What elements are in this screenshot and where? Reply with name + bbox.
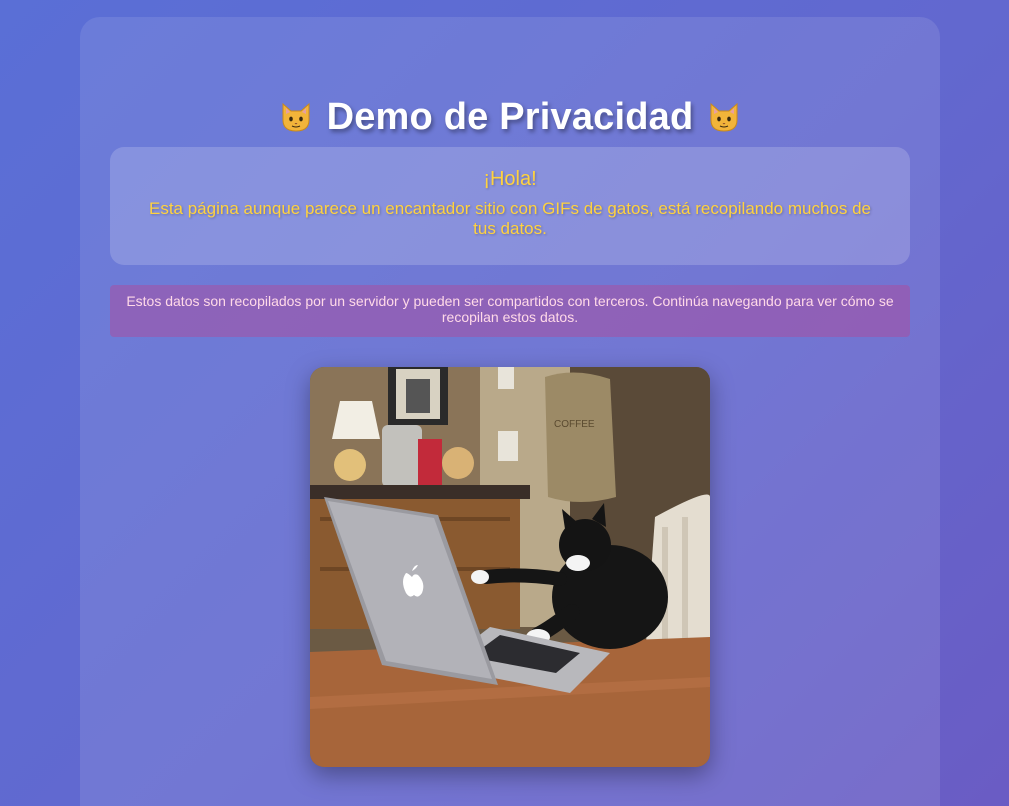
cat-gif: COFFEE xyxy=(310,367,710,767)
cat-typing-laptop-image: COFFEE xyxy=(310,367,710,767)
greeting-heading: ¡Hola! xyxy=(483,168,537,190)
cat-face-icon xyxy=(710,102,738,132)
warning-notice: Estos datos son recopilados por un servi… xyxy=(110,285,910,337)
main-card: Demo de Privacidad ¡Hola! Esta página au… xyxy=(80,17,940,806)
page-header: Demo de Privacidad xyxy=(80,95,940,139)
intro-box: ¡Hola! Esta página aunque parece un enca… xyxy=(110,147,910,265)
page-title: Demo de Privacidad xyxy=(326,96,694,138)
cat-face-icon xyxy=(282,102,310,132)
svg-text:COFFEE: COFFEE xyxy=(554,419,595,430)
intro-message: Esta página aunque parece un encantador … xyxy=(148,199,872,238)
